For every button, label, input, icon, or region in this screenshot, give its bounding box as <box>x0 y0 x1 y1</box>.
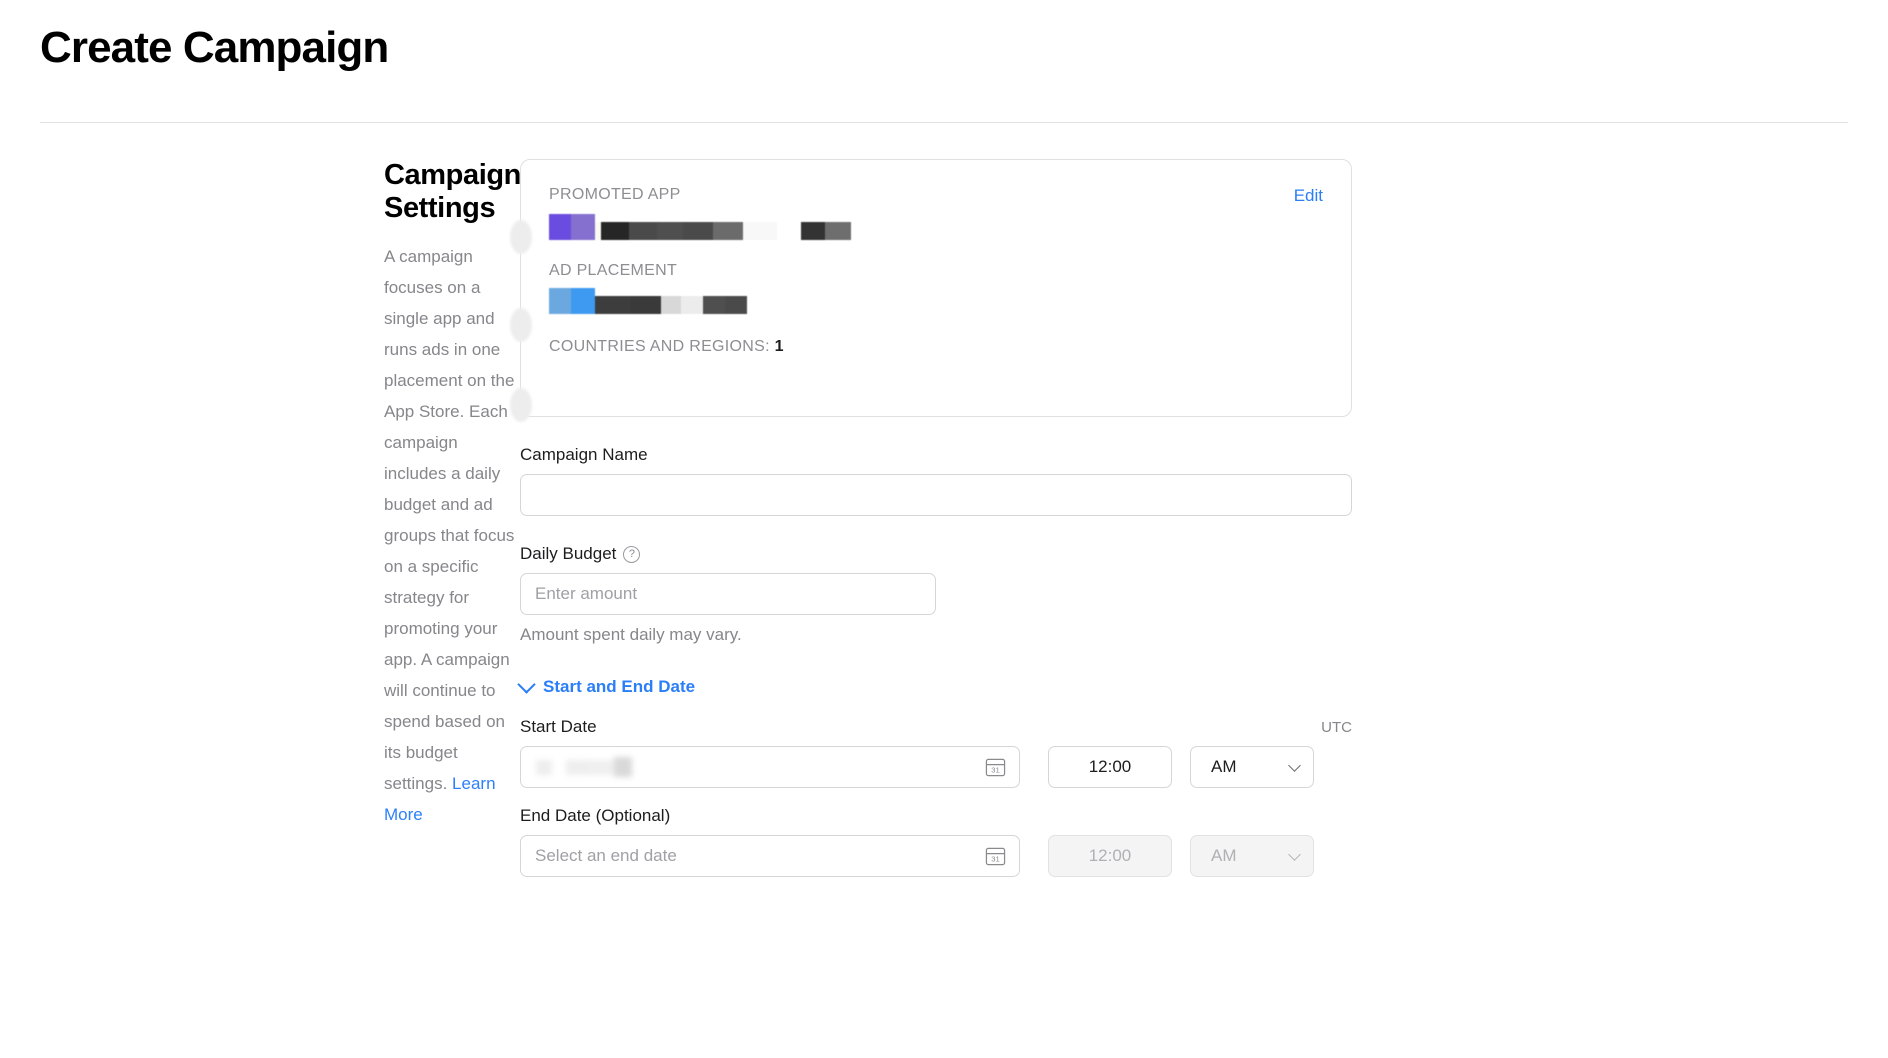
card-spacer-1 <box>549 240 1323 262</box>
page-title: Create Campaign <box>40 23 389 72</box>
promoted-app-value-redacted <box>549 214 1323 241</box>
main-content: Campaign Settings A campaign focuses on … <box>0 123 1888 895</box>
daily-budget-label: Daily Budget <box>520 544 617 564</box>
card-spacer-2 <box>549 314 1323 338</box>
countries-and-regions-count: 1 <box>774 338 784 356</box>
chevron-down-icon <box>1288 848 1301 861</box>
chevron-down-icon <box>517 675 536 695</box>
end-date-input[interactable] <box>520 835 1020 878</box>
start-date-input-wrap: 31 <box>520 746 1020 789</box>
start-date-controls: 31 AM <box>520 746 1352 789</box>
countries-and-regions-label: COUNTRIES AND REGIONS: <box>549 338 770 356</box>
campaign-name-label: Campaign Name <box>520 445 648 465</box>
start-meridiem-value: AM <box>1211 757 1237 777</box>
end-date-input-wrap: 31 <box>520 835 1020 878</box>
start-date-row: Start Date UTC 31 12:00 AM <box>520 717 1354 789</box>
start-end-date-disclosure[interactable]: Start and End Date <box>517 675 696 697</box>
timezone-label: UTC <box>1321 719 1352 737</box>
start-time-input[interactable] <box>1048 746 1172 789</box>
redaction-blob-countries <box>510 388 532 423</box>
card-header-row: PROMOTED APP Edit <box>549 186 1323 206</box>
page-header: Create Campaign <box>0 0 1888 72</box>
end-meridiem-value: AM <box>1211 846 1237 866</box>
campaign-form: Campaign Name Daily Budget ? Amount spen… <box>517 445 1354 878</box>
redaction-blob-promoted-app <box>510 220 532 255</box>
edit-button[interactable]: Edit <box>1294 186 1323 206</box>
start-end-date-label: Start and End Date <box>543 677 696 697</box>
campaign-summary-card: PROMOTED APP Edit AD PLACEMENT COUNTRIES… <box>510 159 1352 423</box>
end-date-row: End Date (Optional) 31 AM <box>520 806 1354 878</box>
redaction-blob-ad-placement <box>510 308 532 343</box>
end-date-label-line: End Date (Optional) <box>520 806 1352 826</box>
campaign-name-input[interactable] <box>520 474 1352 517</box>
chevron-down-icon <box>1288 759 1301 772</box>
campaign-settings-description-column: Campaign Settings A campaign focuses on … <box>0 159 521 830</box>
start-date-label-line: Start Date UTC <box>520 717 1352 737</box>
daily-budget-input[interactable] <box>520 573 936 616</box>
daily-budget-hint: Amount spent daily may vary. <box>520 625 742 645</box>
campaign-form-column: PROMOTED APP Edit AD PLACEMENT COUNTRIES… <box>510 159 1354 895</box>
start-date-label: Start Date <box>520 717 597 737</box>
ad-placement-value-redacted <box>549 288 1323 315</box>
start-meridiem-select[interactable]: AM <box>1190 746 1314 789</box>
start-date-value-redacted <box>536 757 632 778</box>
promoted-app-label: PROMOTED APP <box>549 186 681 204</box>
countries-and-regions-row: COUNTRIES AND REGIONS: 1 <box>549 338 1323 356</box>
section-title: Campaign Settings <box>384 159 521 225</box>
end-date-controls: 31 AM <box>520 835 1352 878</box>
end-date-label: End Date (Optional) <box>520 806 671 826</box>
end-time-input <box>1048 835 1172 878</box>
section-description: A campaign focuses on a single app and r… <box>384 241 520 830</box>
end-meridiem-select: AM <box>1190 835 1314 878</box>
section-description-text: A campaign focuses on a single app and r… <box>384 247 515 794</box>
help-circle-icon[interactable]: ? <box>623 545 641 563</box>
ad-placement-label: AD PLACEMENT <box>549 262 678 280</box>
daily-budget-label-row: Daily Budget ? <box>520 544 1354 564</box>
